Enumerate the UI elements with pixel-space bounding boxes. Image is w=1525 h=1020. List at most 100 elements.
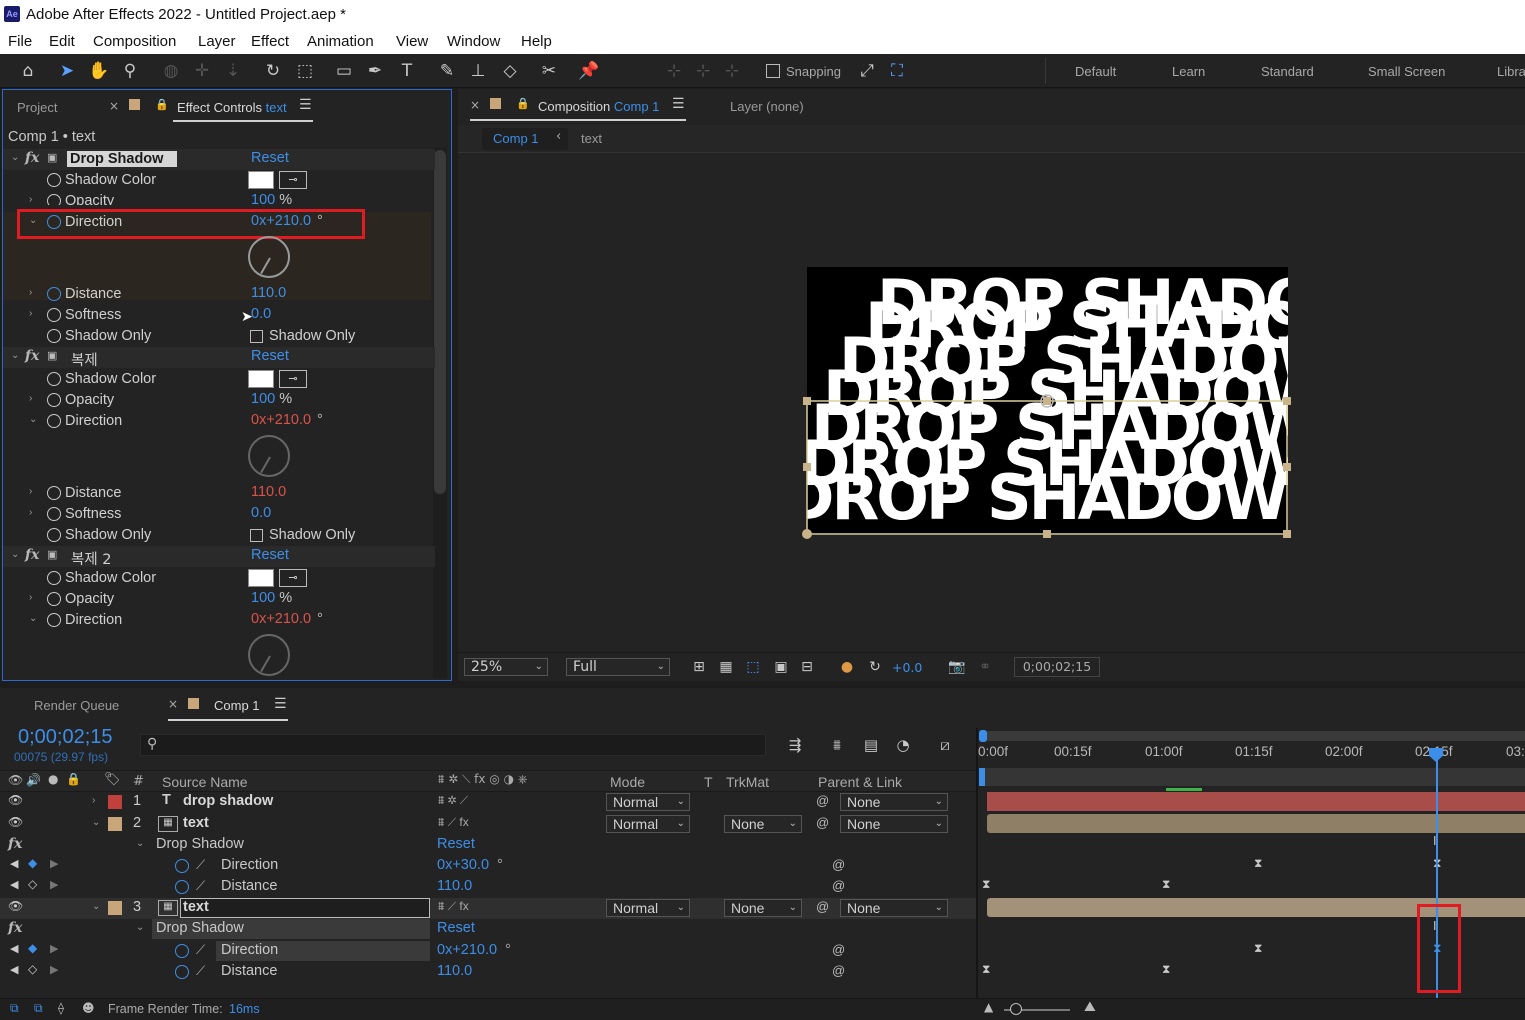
stopwatch-icon[interactable]	[47, 592, 61, 606]
search-input[interactable]: ⚲	[140, 734, 766, 756]
motion-blur-icon[interactable]: ◔	[892, 734, 914, 756]
reset-exposure-icon[interactable]: ↻	[864, 656, 886, 678]
fx-icon[interactable]: fx	[8, 920, 22, 936]
view-axis-icon[interactable]: ⊹	[721, 60, 743, 82]
softness-value[interactable]: 0.0	[251, 306, 271, 322]
fx-icon[interactable]: fx	[25, 348, 39, 364]
tab-composition[interactable]: Composition Comp 1	[538, 99, 659, 114]
layer-row-2[interactable]: 👁 ⌄ 2 ▦ text ⩩ ⟋ fx Normal ⌄ None ⌄ @ None…	[0, 814, 976, 835]
stopwatch-icon[interactable]	[47, 393, 61, 407]
stopwatch-icon[interactable]	[47, 613, 61, 627]
rectangle-tool-icon[interactable]: ▭	[333, 60, 355, 82]
expression-pickwhip-icon[interactable]: @	[832, 963, 845, 978]
toggle-modes-icon[interactable]: ⧉	[34, 1001, 43, 1016]
fx-icon[interactable]: fx	[25, 547, 39, 563]
switch-icons[interactable]: ⩩ ⟋ fx	[438, 899, 469, 914]
distance-value[interactable]: 110.0	[251, 484, 286, 500]
panel-menu-icon[interactable]: ☰	[274, 696, 287, 712]
stopwatch-active-icon[interactable]	[175, 965, 189, 979]
parent-dropdown[interactable]: None ⌄	[840, 899, 948, 917]
graph-editor-icon[interactable]: ⧄	[934, 734, 956, 756]
effect-name[interactable]: 복제 2	[71, 548, 112, 569]
stopwatch-icon[interactable]	[47, 571, 61, 585]
direction-dial[interactable]	[248, 435, 290, 477]
tab-project[interactable]: Project	[17, 100, 57, 115]
next-keyframe-icon[interactable]: ▶	[50, 878, 58, 891]
local-axis-icon[interactable]: ⊹	[663, 60, 685, 82]
pickwhip-icon[interactable]: @	[816, 815, 829, 830]
twirl-open-icon[interactable]: ⌄	[29, 613, 37, 624]
menu-file[interactable]: File	[8, 33, 32, 50]
stopwatch-active-icon[interactable]	[175, 944, 189, 958]
opacity-value[interactable]: 100	[251, 192, 275, 205]
snap-options-icon[interactable]: ⤢	[856, 60, 878, 82]
pen-tool-icon[interactable]: ✒	[364, 60, 386, 82]
orbit-camera-icon[interactable]: ◍	[160, 60, 182, 82]
toggle-in-out-icon[interactable]: ⟠	[58, 1001, 64, 1015]
twirl-open-icon[interactable]: ⌄	[29, 414, 37, 425]
twirl-closed-icon[interactable]: ›	[29, 194, 32, 205]
mask-path-icon[interactable]: ⬚	[742, 656, 764, 678]
twirl-closed-icon[interactable]: ›	[29, 287, 32, 298]
close-tab-icon[interactable]: ×	[470, 98, 480, 112]
reset-link[interactable]: Reset	[437, 836, 475, 852]
add-keyframe-icon[interactable]: ◆	[28, 941, 37, 955]
workspace-libraries[interactable]: Libra	[1497, 64, 1525, 79]
graph-icon[interactable]: ⟋	[196, 942, 205, 958]
parent-dropdown[interactable]: None ⌄	[840, 793, 948, 811]
stopwatch-icon[interactable]	[47, 194, 61, 205]
visibility-icon[interactable]: 👁	[8, 815, 23, 829]
world-axis-icon[interactable]: ⊹	[692, 60, 714, 82]
workspace-default[interactable]: Default	[1075, 64, 1116, 79]
graph-icon[interactable]: ⟋	[196, 878, 205, 894]
clone-stamp-icon[interactable]: ⊥	[467, 60, 489, 82]
switch-icons[interactable]: ⩩ ✲ ⟋	[438, 793, 468, 808]
region-of-interest-icon[interactable]: ▣	[770, 656, 792, 678]
expression-pickwhip-icon[interactable]: @	[832, 942, 845, 957]
keyframe-icon[interactable]: ⧗	[982, 962, 990, 977]
mode-dropdown[interactable]: Normal ⌄	[606, 793, 690, 811]
panel-menu-icon[interactable]: ☰	[672, 96, 685, 112]
scrollbar-thumb[interactable]	[434, 150, 446, 494]
exposure-value[interactable]: +0.0	[892, 660, 922, 675]
roto-brush-icon[interactable]: ✂	[538, 60, 560, 82]
direction-dial[interactable]	[248, 634, 290, 676]
graph-icon[interactable]: ⟋	[196, 857, 205, 873]
menu-window[interactable]: Window	[447, 33, 500, 50]
eyedropper-icon[interactable]: ⊸	[279, 171, 307, 189]
menu-animation[interactable]: Animation	[307, 33, 374, 50]
effect-header-copy-2[interactable]: ⌄ fx ▣ 복제 2 Reset	[3, 546, 435, 569]
home-icon[interactable]: ⌂	[17, 60, 39, 82]
reset-link[interactable]: Reset	[437, 920, 475, 936]
effect-header-drop-shadow[interactable]: ⌄ fx ▣ Drop Shadow Reset	[3, 149, 435, 170]
stopwatch-icon[interactable]	[47, 528, 61, 542]
pickwhip-icon[interactable]: @	[816, 899, 829, 914]
stopwatch-icon[interactable]	[47, 329, 61, 343]
layer-name-edit-field[interactable]	[180, 898, 430, 918]
softness-value[interactable]: 0.0	[251, 505, 271, 521]
shadow-only-checkbox[interactable]	[250, 529, 263, 542]
visibility-icon[interactable]: 👁	[8, 793, 23, 807]
menu-edit[interactable]: Edit	[49, 33, 75, 50]
reset-link[interactable]: Reset	[251, 547, 289, 563]
stopwatch-active-icon[interactable]	[47, 287, 61, 301]
twirl-open-icon[interactable]: ⌄	[11, 549, 19, 560]
prop-value[interactable]: 0x+210.0	[437, 942, 497, 958]
close-tab-icon[interactable]: ×	[168, 697, 178, 711]
color-swatch[interactable]	[248, 569, 274, 587]
toggle-stretch-icon[interactable]: ☻	[82, 1001, 95, 1015]
prev-keyframe-icon[interactable]: ◀	[10, 857, 18, 870]
keyframe-icon[interactable]: ⧗	[1162, 877, 1170, 892]
label-color[interactable]	[108, 795, 122, 809]
time-graph[interactable]: 0:00f 00:15f 01:00f 01:15f 02:00f 02:15f…	[976, 728, 1525, 998]
stopwatch-icon[interactable]	[47, 173, 61, 187]
expression-pickwhip-icon[interactable]: @	[832, 857, 845, 872]
stopwatch-icon[interactable]	[47, 414, 61, 428]
transparency-grid-icon[interactable]: ▦	[715, 656, 737, 678]
prop-value[interactable]: 110.0	[437, 878, 472, 894]
eraser-tool-icon[interactable]: ◇	[499, 60, 521, 82]
twirl-open-icon[interactable]: ⌄	[136, 838, 144, 849]
snapping-checkbox[interactable]	[766, 64, 780, 78]
stopwatch-icon[interactable]	[47, 507, 61, 521]
eyedropper-icon[interactable]: ⊸	[279, 569, 307, 587]
